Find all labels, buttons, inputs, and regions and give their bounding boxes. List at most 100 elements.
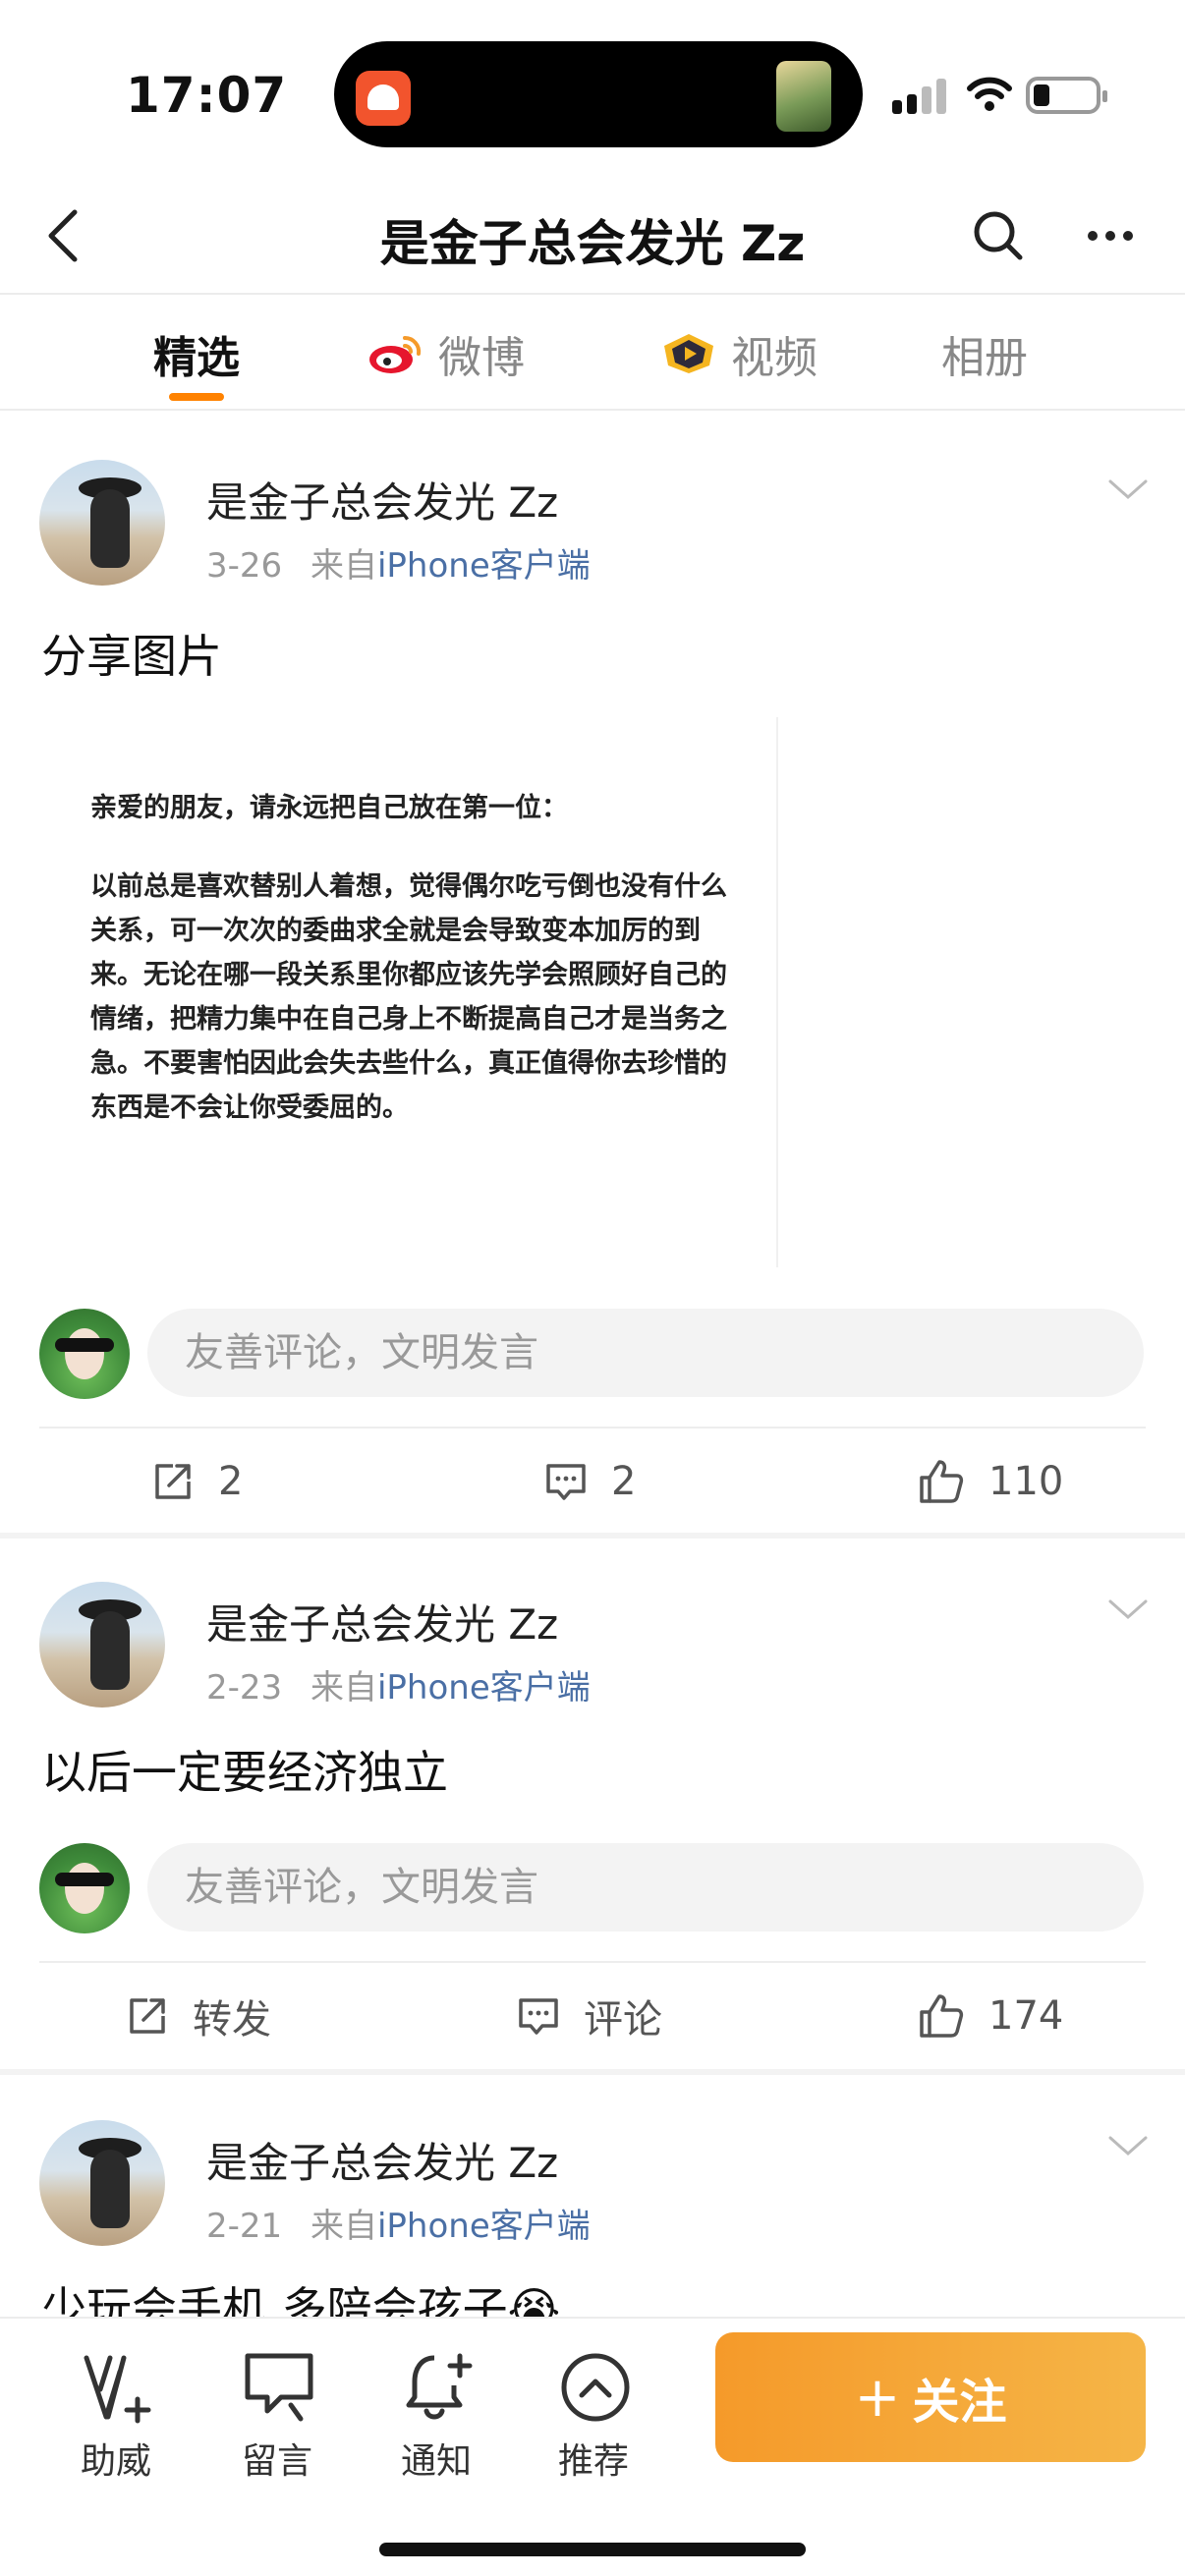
comment-icon [546, 1464, 586, 1500]
battery-icon [1026, 77, 1107, 114]
message-icon [245, 2353, 313, 2422]
follow-label: 关注 [912, 2375, 1007, 2430]
home-indicator[interactable] [379, 2543, 806, 2556]
chevron-left-icon [48, 209, 78, 262]
wifi-icon [967, 77, 1012, 111]
tab-label: 相册 [941, 333, 1028, 383]
cheer-button[interactable]: 助威 [57, 2342, 175, 2482]
image-body: 以前总是喜欢替别人着想，觉得偶尔吃亏倒也没有什么关系，可一次次的委曲求全就是会导… [90, 871, 727, 1123]
tab-label: 微博 [438, 333, 525, 383]
source-prefix: 来自 [310, 2207, 377, 2246]
message-label: 留言 [241, 2441, 312, 2482]
post-text: 分享图片 [41, 630, 222, 683]
page-title: 是金子总会发光 Zz [379, 215, 806, 272]
cellular-signal-icon [892, 79, 949, 114]
image-heading: 亲爱的朋友，请永远把自己放在第一位： [90, 793, 568, 823]
comment-input[interactable]: 友善评论，文明发言 [147, 1843, 1144, 1932]
status-bar: 17:07 [0, 0, 1185, 177]
tab-weibo[interactable]: 微博 [367, 318, 525, 389]
search-icon [974, 211, 1023, 260]
repost-button[interactable]: 转发 [126, 1988, 271, 2044]
more-dot-icon [1105, 231, 1115, 241]
repost-count: 2 [218, 1459, 244, 1504]
post-action-bar: 2 2 110 [39, 1427, 1146, 1533]
post-action-bar: 转发 评论 174 [39, 1961, 1146, 2067]
follow-button[interactable]: + 关注 [715, 2332, 1146, 2462]
post-date: 3-26 [206, 546, 283, 586]
like-count: 174 [988, 1993, 1064, 2039]
tab-featured[interactable]: 精选 [153, 318, 240, 389]
post-text: 以后一定要经济独立 [41, 1746, 448, 1799]
repost-icon [130, 1998, 165, 2034]
post-card: 是金子总会发光 Zz 2-23 来自iPhone客户端 以后一定要经济独立 友善… [0, 1539, 1185, 2069]
recommend-button[interactable]: 推荐 [535, 2342, 652, 2482]
like-button[interactable]: 110 [918, 1454, 1063, 1509]
chevron-up-circle-icon [561, 2353, 630, 2422]
post-card: 是金子总会发光 Zz 2-21 来自iPhone客户端 少玩会手机 多陪会孩子😭 [0, 2075, 1185, 2317]
post-meta: 3-26 来自iPhone客户端 [206, 538, 591, 587]
cheer-label: 助威 [80, 2441, 151, 2482]
author-name[interactable]: 是金子总会发光 Zz [206, 2130, 558, 2190]
bell-plus-icon [406, 2353, 473, 2420]
comment-count: 2 [611, 1459, 637, 1504]
post-meta: 2-23 来自iPhone客户端 [206, 1660, 591, 1708]
tab-label: 精选 [153, 333, 240, 383]
profile-header: 是金子总会发光 Zz [0, 177, 1185, 295]
comment-button[interactable]: 评论 [517, 1988, 662, 2044]
back-button[interactable] [28, 200, 98, 271]
more-options-button[interactable] [1075, 200, 1146, 271]
chevron-down-icon[interactable] [1104, 474, 1152, 503]
post-text: 少玩会手机 多陪会孩子😭 [41, 2282, 561, 2317]
post-source[interactable]: iPhone客户端 [377, 1668, 591, 1708]
notify-label: 通知 [400, 2441, 472, 2482]
post-meta: 2-21 来自iPhone客户端 [206, 2199, 591, 2247]
message-button[interactable]: 留言 [218, 2342, 336, 2482]
weibo-logo-icon [369, 335, 422, 373]
source-prefix: 来自 [310, 1668, 377, 1708]
author-name[interactable]: 是金子总会发光 Zz [206, 470, 558, 530]
dynamic-island[interactable] [334, 41, 863, 147]
cheer-v-icon [84, 2355, 151, 2424]
repost-label: 转发 [193, 1997, 271, 2043]
post-source[interactable]: iPhone客户端 [377, 546, 591, 586]
comment-button[interactable]: 2 [544, 1454, 636, 1509]
like-button[interactable]: 174 [918, 1988, 1063, 2044]
plus-icon: + [854, 2365, 901, 2430]
post-date: 2-23 [206, 1668, 283, 1708]
author-avatar[interactable] [39, 1582, 165, 1708]
tab-label: 视频 [731, 333, 818, 383]
recommend-label: 推荐 [557, 2441, 629, 2482]
video-badge-icon [664, 334, 713, 373]
profile-tabs: 精选 微博 视频 相册 [0, 297, 1185, 411]
my-avatar[interactable] [39, 1843, 130, 1933]
more-dot-icon [1088, 231, 1098, 241]
repost-icon [155, 1464, 191, 1499]
comment-label: 评论 [584, 1997, 662, 2043]
tab-video[interactable]: 视频 [660, 318, 818, 389]
author-avatar[interactable] [39, 460, 165, 586]
more-dot-icon [1123, 231, 1133, 241]
chevron-down-icon[interactable] [1104, 2130, 1152, 2159]
thumbs-up-icon [920, 1460, 964, 1503]
chevron-down-icon[interactable] [1104, 1594, 1152, 1623]
author-avatar[interactable] [39, 2120, 165, 2246]
comment-input[interactable]: 友善评论，文明发言 [147, 1309, 1144, 1397]
media-thumbnail-icon [776, 61, 831, 132]
post-image[interactable]: 亲爱的朋友，请永远把自己放在第一位： 以前总是喜欢替别人着想，觉得偶尔吃亏倒也没… [41, 717, 778, 1267]
post-date: 2-21 [206, 2207, 283, 2246]
search-button[interactable] [963, 200, 1034, 271]
notify-button[interactable]: 通知 [377, 2342, 495, 2482]
tab-album[interactable]: 相册 [941, 318, 1028, 389]
status-time: 17:07 [126, 67, 288, 124]
post-image-wrap: 亲爱的朋友，请永远把自己放在第一位： 以前总是喜欢替别人着想，觉得偶尔吃亏倒也没… [0, 717, 1185, 1267]
source-prefix: 来自 [310, 546, 377, 586]
like-count: 110 [988, 1459, 1064, 1504]
thumbs-up-icon [920, 1994, 964, 2038]
repost-button[interactable]: 2 [151, 1454, 243, 1509]
timer-app-icon [356, 71, 411, 126]
post-source[interactable]: iPhone客户端 [377, 2207, 591, 2246]
post-card: 是金子总会发光 Zz 3-26 来自iPhone客户端 分享图片 亲爱的朋友，请… [0, 413, 1185, 1533]
bottom-action-bar: 助威 留言 通知 推荐 + 关注 [0, 2317, 1185, 2576]
author-name[interactable]: 是金子总会发光 Zz [206, 1592, 558, 1652]
my-avatar[interactable] [39, 1309, 130, 1399]
